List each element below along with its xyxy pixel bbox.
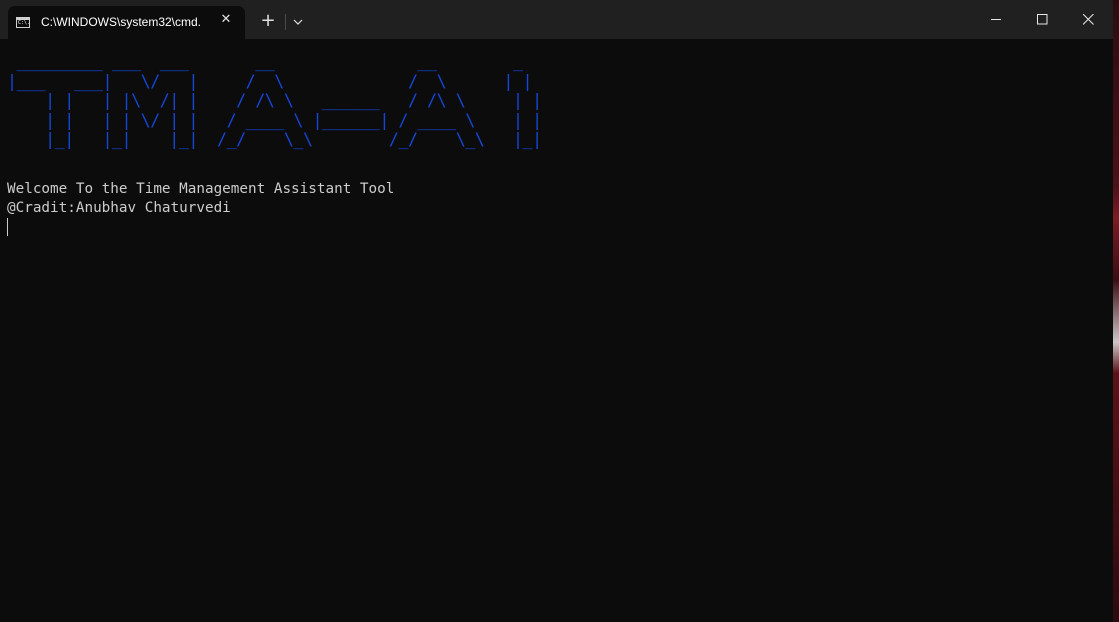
welcome-line: Welcome To the Time Management Assistant… [7,181,395,197]
new-tab-button[interactable]: + [258,11,278,31]
minimize-icon[interactable] [991,14,1002,25]
close-icon[interactable] [1083,14,1094,25]
maximize-icon[interactable] [1037,14,1048,25]
tab-title: C:\WINDOWS\system32\cmd. [41,15,202,29]
credit-line: @Cradit:Anubhav Chaturvedi [7,200,231,216]
terminal-window: C:\. C:\WINDOWS\system32\cmd. ✕ + ______… [0,0,1113,622]
close-window-button[interactable] [1065,0,1111,39]
chevron-down-icon[interactable] [289,13,307,31]
tab-cmd[interactable]: C:\. C:\WINDOWS\system32\cmd. ✕ [8,6,245,39]
maximize-button[interactable] [1019,0,1065,39]
ascii-banner: _________ ___ ___ __ __ _ |___ ___| \/ |… [7,51,542,149]
desktop-background-edge [1113,0,1119,622]
text-cursor [7,218,8,236]
tab-dropdown-button[interactable] [289,13,307,31]
cmd-icon: C:\. [16,17,30,28]
plus-icon[interactable]: + [260,10,275,31]
title-bar[interactable]: C:\. C:\WINDOWS\system32\cmd. ✕ + [0,0,1113,39]
cmd-icon-text: C:\. [18,20,31,26]
tab-separator [285,14,286,30]
close-tab-button[interactable]: ✕ [218,12,234,28]
close-icon[interactable]: ✕ [221,12,232,27]
terminal-output[interactable]: _________ ___ ___ __ __ _ |___ ___| \/ |… [7,51,1107,150]
minimize-button[interactable] [973,0,1019,39]
